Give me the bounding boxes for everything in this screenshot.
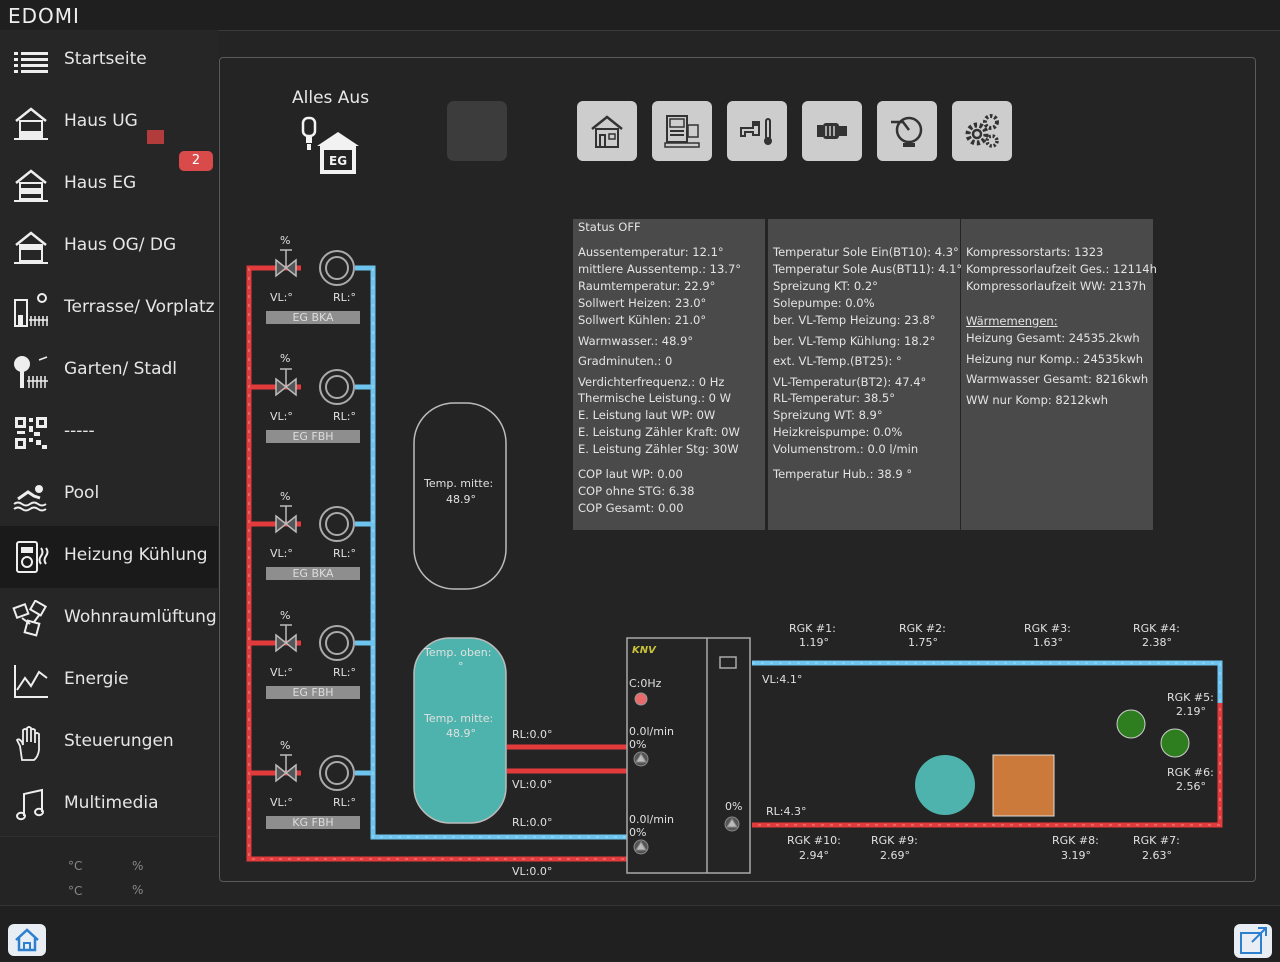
- heating-panel: Alles Aus EG Status OFF Aussentemperatur…: [219, 57, 1256, 882]
- terrace-icon: [14, 293, 48, 327]
- nav-label: Pool: [64, 483, 100, 503]
- side-temp-2: °C: [68, 884, 83, 898]
- side-temp-1: °C: [68, 859, 83, 873]
- house-ug-icon: [14, 107, 48, 140]
- nav-label: Haus EG: [64, 173, 137, 193]
- probe-indicator: [1116, 709, 1146, 739]
- circuit-name: EG FBH: [266, 430, 360, 443]
- nav-label: Steuerungen: [64, 731, 174, 751]
- alert-indicator: [147, 130, 164, 144]
- list-icon: [14, 52, 48, 73]
- sidebar: Startseite Haus UG Haus EG 2 Haus OG/ DG…: [0, 30, 218, 898]
- flow-rate-1: 0.0l/min: [629, 725, 674, 738]
- nav-label: Multimedia: [64, 793, 159, 813]
- brine-tank: [915, 755, 975, 815]
- compressor-freq: C:0Hz: [629, 677, 662, 690]
- house-og-icon: [14, 231, 48, 264]
- dhw-mid-label: Temp. mitte:: [424, 712, 494, 725]
- app-logo: EDOMI: [8, 4, 80, 28]
- side-percent-1: %: [132, 859, 144, 873]
- house-eg-icon: [14, 169, 48, 202]
- ground-collector-box: [992, 754, 1055, 817]
- garden-icon: [14, 356, 48, 388]
- notification-badge: 2: [179, 151, 213, 171]
- nav-item-multimedia[interactable]: Multimedia: [0, 774, 218, 837]
- nav-item-pool[interactable]: Pool: [0, 464, 218, 527]
- nav-label: Terrasse/ Vorplatz: [64, 297, 215, 317]
- return-pipe-branches: [355, 384, 373, 776]
- top-bar: EDOMI: [0, 0, 1280, 31]
- nav-item-startseite[interactable]: Startseite: [0, 30, 218, 93]
- home-button[interactable]: [8, 924, 46, 956]
- probe-indicator: [1160, 728, 1190, 758]
- heating-vl-label: VL:0.0°: [512, 865, 553, 878]
- nav-item-garten[interactable]: Garten/ Stadl: [0, 340, 218, 403]
- hand-icon: [15, 726, 40, 761]
- heating-icon: [16, 541, 49, 573]
- pump-percent-2: 0%: [629, 826, 647, 839]
- mixing-valves[interactable]: [275, 249, 297, 783]
- supply-pipe-branches: [249, 384, 301, 776]
- circuit-name: EG BKA: [266, 567, 360, 580]
- nav-item-haus-eg[interactable]: Haus EG 2: [0, 151, 218, 217]
- nav-label: Energie: [64, 669, 129, 689]
- nav-label: -----: [64, 421, 95, 441]
- dhw-mid-value: 48.9°: [446, 727, 476, 740]
- buffer-temp-label: Temp. mitte:: [424, 477, 494, 490]
- dhw-top-label: Temp. oben:: [424, 646, 492, 659]
- nav-label: Heizung Kühlung: [64, 545, 208, 565]
- circuit-name: KG FBH: [266, 816, 360, 829]
- nav-item-energie[interactable]: Energie: [0, 650, 218, 713]
- dhw-top-value: °: [458, 660, 464, 673]
- brine-pump-percent: 0%: [725, 800, 743, 813]
- ventilation-icon: [12, 600, 48, 637]
- dhw-pipes: [507, 744, 627, 774]
- bottom-bar: [0, 905, 1280, 961]
- nav-item-lueftung[interactable]: Wohnraumlüftung: [0, 588, 218, 651]
- nav-label: Wohnraumlüftung: [64, 607, 217, 627]
- ground-vl: VL:4.1°: [762, 673, 803, 686]
- pump-percent-1: 0%: [629, 738, 647, 751]
- nav-label: Startseite: [64, 49, 147, 69]
- external-link-icon: [1240, 927, 1267, 954]
- nav-item-terrasse[interactable]: Terrasse/ Vorplatz: [0, 278, 218, 341]
- chart-line-icon: [14, 665, 48, 698]
- home-icon: [15, 928, 39, 952]
- brine-in-pipe: [752, 703, 1223, 828]
- nav-label: Garten/ Stadl: [64, 359, 177, 379]
- compressor-indicator: [634, 692, 648, 706]
- music-note-icon: [16, 788, 44, 821]
- brand-logo: KNV: [632, 645, 656, 656]
- ground-rl: RL:4.3°: [766, 805, 807, 818]
- side-percent-2: %: [132, 883, 144, 897]
- nav-item-heizung[interactable]: Heizung Kühlung: [0, 526, 218, 589]
- brine-out-pipe: [752, 660, 1223, 703]
- qr-code-icon: [15, 417, 47, 449]
- circuit-name: EG FBH: [266, 686, 360, 699]
- nav-item-dashes[interactable]: -----: [0, 402, 218, 465]
- dhw-rl-label: RL:0.0°: [512, 728, 553, 741]
- nav-item-haus-og[interactable]: Haus OG/ DG: [0, 216, 218, 279]
- flow-rate-2: 0.0l/min: [629, 813, 674, 826]
- hydraulic-diagram: [246, 249, 1223, 874]
- circuit-name: EG BKA: [266, 311, 360, 324]
- circulation-pumps[interactable]: [319, 250, 355, 791]
- swimmer-icon: [13, 485, 47, 512]
- dhw-vl-label: VL:0.0°: [512, 778, 553, 791]
- heating-rl-label: RL:0.0°: [512, 816, 553, 829]
- nav-label: Haus OG/ DG: [64, 235, 177, 255]
- buffer-temp-value: 48.9°: [446, 493, 476, 506]
- nav-item-steuerungen[interactable]: Steuerungen: [0, 712, 218, 775]
- nav-label: Haus UG: [64, 111, 138, 131]
- external-link-button[interactable]: [1234, 924, 1272, 958]
- nav-item-haus-ug[interactable]: Haus UG: [0, 92, 218, 155]
